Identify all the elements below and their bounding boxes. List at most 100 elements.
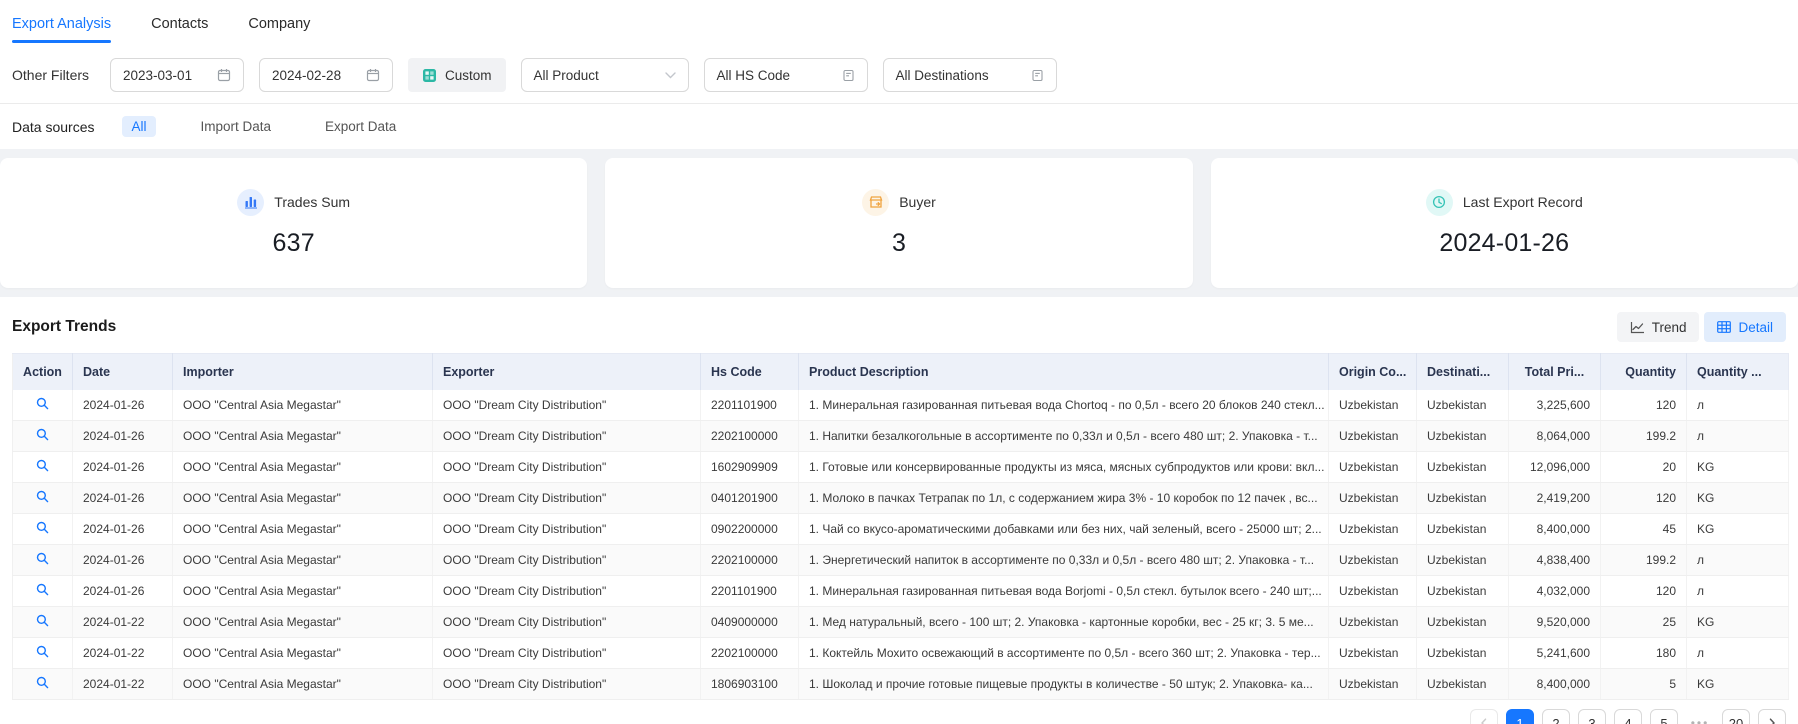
cell-date: 2024-01-22 — [73, 607, 173, 638]
tab-export-analysis[interactable]: Export Analysis — [12, 0, 111, 47]
page-button-2[interactable]: 2 — [1542, 709, 1570, 724]
detail-table-icon — [1717, 321, 1731, 333]
cell-date: 2024-01-26 — [73, 452, 173, 483]
destinations-select[interactable]: All Destinations — [883, 58, 1057, 92]
cell-exporter: OOO "Dream City Distribution" — [433, 545, 701, 576]
search-icon[interactable] — [36, 459, 49, 472]
trades-sum-label: Trades Sum — [274, 194, 350, 210]
cell-hs-code: 0902200000 — [701, 514, 799, 545]
cell-destination: Uzbekistan — [1417, 669, 1509, 700]
data-source-export[interactable]: Export Data — [316, 116, 405, 137]
search-icon[interactable] — [36, 490, 49, 503]
date-from-input[interactable]: 2023-03-01 — [110, 58, 244, 92]
cell-quantity-unit: л — [1687, 421, 1789, 452]
cell-origin-country: Uzbekistan — [1329, 545, 1417, 576]
data-source-import[interactable]: Import Data — [192, 116, 281, 137]
cell-hs-code: 0401201900 — [701, 483, 799, 514]
search-icon[interactable] — [36, 552, 49, 565]
prev-chevron-icon — [1479, 718, 1489, 724]
search-icon[interactable] — [36, 645, 49, 658]
table-row: 2024-01-26 OOO "Central Asia Megastar" O… — [13, 452, 1789, 483]
cell-exporter: OOO "Dream City Distribution" — [433, 669, 701, 700]
last-export-record-card: Last Export Record 2024-01-26 — [1211, 158, 1798, 288]
trend-button[interactable]: Trend — [1617, 312, 1700, 342]
last-export-record-label: Last Export Record — [1463, 194, 1583, 210]
cell-action — [13, 452, 73, 483]
cell-product-description: 1. Минеральная газированная питьевая вод… — [799, 576, 1329, 607]
tab-contacts[interactable]: Contacts — [151, 0, 208, 47]
cell-product-description: 1. Минеральная газированная питьевая вод… — [799, 390, 1329, 421]
last-export-record-value: 2024-01-26 — [1439, 229, 1569, 258]
page-button-20[interactable]: 20 — [1722, 709, 1750, 724]
table-row: 2024-01-26 OOO "Central Asia Megastar" O… — [13, 545, 1789, 576]
page-button-5[interactable]: 5 — [1650, 709, 1678, 724]
product-select[interactable]: All Product — [521, 58, 689, 92]
page-button-4[interactable]: 4 — [1614, 709, 1642, 724]
table-header-row: ActionDateImporterExporterHs CodeProduct… — [13, 354, 1789, 391]
destinations-select-value: All Destinations — [896, 68, 989, 83]
export-trends-title: Export Trends — [12, 318, 116, 336]
page-button-1[interactable]: 1 — [1506, 709, 1534, 724]
cell-total-price: 12,096,000 — [1509, 452, 1601, 483]
page-button-3[interactable]: 3 — [1578, 709, 1606, 724]
custom-button[interactable]: Custom — [408, 58, 506, 92]
cell-origin-country: Uzbekistan — [1329, 452, 1417, 483]
search-icon[interactable] — [36, 614, 49, 627]
date-to-input[interactable]: 2024-02-28 — [259, 58, 393, 92]
tab-company[interactable]: Company — [248, 0, 310, 47]
column-header-exporter: Exporter — [433, 354, 701, 391]
trades-sum-card: Trades Sum 637 — [0, 158, 587, 288]
column-header-date: Date — [73, 354, 173, 391]
hs-code-select[interactable]: All HS Code — [704, 58, 868, 92]
cell-total-price: 4,032,000 — [1509, 576, 1601, 607]
detail-button-label: Detail — [1738, 320, 1773, 335]
cell-importer: OOO "Central Asia Megastar" — [173, 576, 433, 607]
cell-quantity: 5 — [1601, 669, 1687, 700]
cell-destination: Uzbekistan — [1417, 514, 1509, 545]
cell-quantity: 199.2 — [1601, 421, 1687, 452]
export-trends-table: ActionDateImporterExporterHs CodeProduct… — [0, 353, 1798, 700]
detail-button[interactable]: Detail — [1704, 312, 1786, 342]
cell-quantity-unit: л — [1687, 545, 1789, 576]
data-source-all[interactable]: All — [122, 116, 155, 137]
date-to-value: 2024-02-28 — [272, 68, 341, 83]
date-from-value: 2023-03-01 — [123, 68, 192, 83]
cell-quantity: 199.2 — [1601, 545, 1687, 576]
cell-origin-country: Uzbekistan — [1329, 514, 1417, 545]
chevron-down-icon — [665, 72, 676, 79]
cell-quantity-unit: KG — [1687, 669, 1789, 700]
column-header-hs-code: Hs Code — [701, 354, 799, 391]
next-page-button[interactable] — [1758, 709, 1786, 724]
cell-date: 2024-01-26 — [73, 514, 173, 545]
product-select-value: All Product — [534, 68, 599, 83]
cell-destination: Uzbekistan — [1417, 421, 1509, 452]
export-trends-header: Export Trends Trend Detail — [0, 297, 1798, 353]
cell-product-description: 1. Чай со вкусо-ароматическими добавками… — [799, 514, 1329, 545]
cell-destination: Uzbekistan — [1417, 483, 1509, 514]
clock-icon — [1426, 189, 1453, 216]
buyer-label: Buyer — [899, 194, 936, 210]
cell-quantity: 45 — [1601, 514, 1687, 545]
cell-product-description: 1. Коктейль Мохито освежающий в ассортим… — [799, 638, 1329, 669]
search-icon[interactable] — [36, 428, 49, 441]
cell-action — [13, 545, 73, 576]
cell-date: 2024-01-22 — [73, 638, 173, 669]
table-row: 2024-01-22 OOO "Central Asia Megastar" O… — [13, 607, 1789, 638]
calendar-icon — [366, 68, 380, 82]
cell-hs-code: 2202100000 — [701, 545, 799, 576]
data-sources-bar: Data sources All Import Data Export Data — [0, 104, 1798, 149]
search-icon[interactable] — [36, 521, 49, 534]
pagination: 12345 ••• 20 — [0, 700, 1798, 724]
cell-action — [13, 669, 73, 700]
cell-product-description: 1. Готовые или консервированные продукты… — [799, 452, 1329, 483]
search-icon[interactable] — [36, 583, 49, 596]
table-row: 2024-01-22 OOO "Central Asia Megastar" O… — [13, 638, 1789, 669]
document-icon — [842, 69, 855, 82]
search-icon[interactable] — [36, 397, 49, 410]
search-icon[interactable] — [36, 676, 49, 689]
cell-date: 2024-01-26 — [73, 545, 173, 576]
pagination-ellipsis[interactable]: ••• — [1686, 709, 1714, 724]
cell-destination: Uzbekistan — [1417, 607, 1509, 638]
cell-importer: OOO "Central Asia Megastar" — [173, 514, 433, 545]
cell-total-price: 8,400,000 — [1509, 514, 1601, 545]
